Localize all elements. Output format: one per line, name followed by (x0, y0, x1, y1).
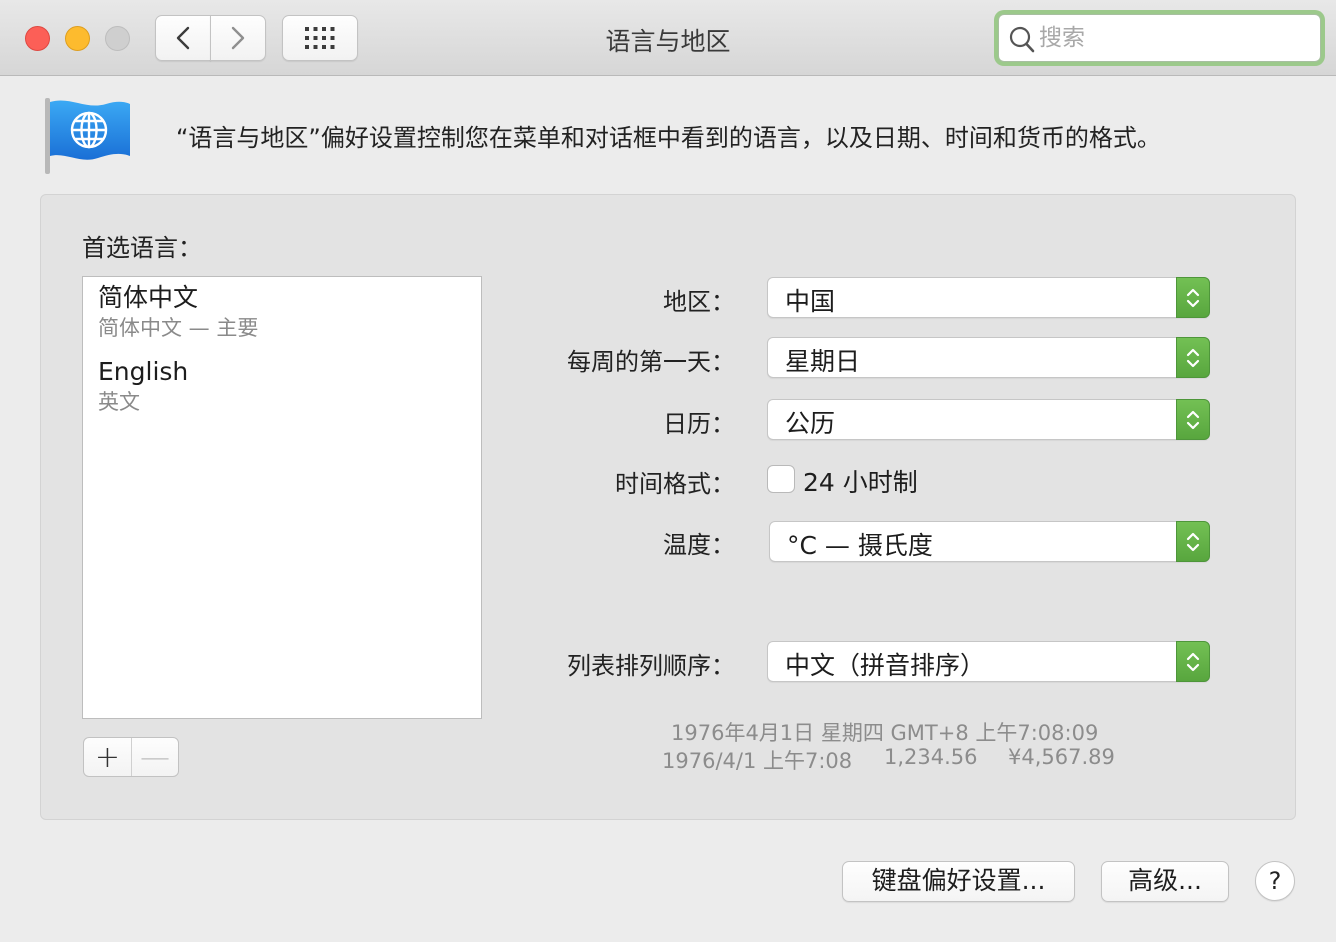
minimize-window-button[interactable] (65, 26, 90, 51)
language-flag-icon (45, 98, 130, 174)
pane-description: “语言与地区”偏好设置控制您在菜单和对话框中看到的语言，以及日期、时间和货币的格… (176, 124, 1161, 152)
preferred-languages-label: 首选语言： (82, 234, 202, 262)
calendar-value: 公历 (785, 409, 836, 438)
language-name: 简体中文 (98, 283, 199, 312)
region-label: 地区： (663, 288, 735, 316)
temperature-popup[interactable]: °C — 摄氏度 (769, 521, 1210, 562)
calendar-label: 日历： (663, 410, 735, 438)
chevron-left-icon (176, 26, 190, 50)
language-name: English (98, 357, 189, 386)
long-date-sample: 1976年4月1日 星期四 GMT+8 上午7:08:09 (671, 721, 1099, 745)
help-button[interactable]: ? (1255, 861, 1295, 901)
list-item-english[interactable]: English 英文 (98, 357, 188, 417)
calendar-popup[interactable]: 公历 (767, 399, 1210, 440)
sort-order-value: 中文（拼音排序） (785, 651, 986, 680)
search-input[interactable] (1039, 15, 1309, 61)
remove-language-button[interactable]: — (130, 738, 178, 776)
sort-order-label: 列表排列顺序： (567, 652, 735, 680)
sort-order-popup[interactable]: 中文（拼音排序） (767, 641, 1210, 682)
first-day-label: 每周的第一天： (567, 348, 735, 376)
zoom-window-button[interactable] (105, 26, 130, 51)
region-popup[interactable]: 中国 (767, 277, 1210, 318)
updown-arrows-icon (1176, 277, 1210, 318)
back-button[interactable] (155, 15, 211, 61)
time-format-label: 时间格式： (615, 470, 735, 498)
window-title: 语言与地区 (605, 27, 731, 56)
grid-icon (305, 27, 335, 49)
language-subtitle: 英文 (98, 390, 140, 414)
first-day-popup[interactable]: 星期日 (767, 337, 1210, 378)
forward-button[interactable] (210, 15, 266, 61)
add-language-button[interactable]: + (84, 738, 131, 776)
add-remove-language-control: + — (83, 737, 179, 777)
updown-arrows-icon (1176, 399, 1210, 440)
temperature-label: 温度： (663, 531, 735, 559)
title-bar: 语言与地区 (0, 0, 1336, 76)
close-window-button[interactable] (25, 26, 50, 51)
search-field-focus-ring (994, 10, 1325, 66)
list-item-simplified-chinese[interactable]: 简体中文 简体中文 — 主要 (98, 283, 258, 343)
region-value: 中国 (785, 287, 836, 316)
show-all-button[interactable] (282, 15, 358, 61)
short-date-sample: 1976/4/1 上午7:08 (662, 749, 853, 773)
temperature-value: °C — 摄氏度 (787, 531, 933, 560)
search-icon (1009, 26, 1035, 53)
preferred-languages-list[interactable]: 简体中文 简体中文 — 主要 English 英文 (82, 276, 482, 719)
keyboard-preferences-button[interactable]: 键盘偏好设置... (842, 861, 1075, 902)
updown-arrows-icon (1176, 641, 1210, 682)
chevron-right-icon (231, 26, 245, 50)
language-subtitle: 简体中文 — 主要 (98, 316, 259, 340)
advanced-button[interactable]: 高级... (1101, 861, 1229, 902)
first-day-value: 星期日 (785, 347, 861, 376)
updown-arrows-icon (1176, 521, 1210, 562)
number-sample: 1,234.56 (884, 745, 978, 769)
search-field[interactable] (998, 14, 1321, 62)
updown-arrows-icon (1176, 337, 1210, 378)
currency-sample: ¥4,567.89 (1008, 745, 1115, 769)
24-hour-checkbox[interactable] (767, 465, 795, 493)
24-hour-checkbox-label[interactable]: 24 小时制 (803, 463, 918, 499)
